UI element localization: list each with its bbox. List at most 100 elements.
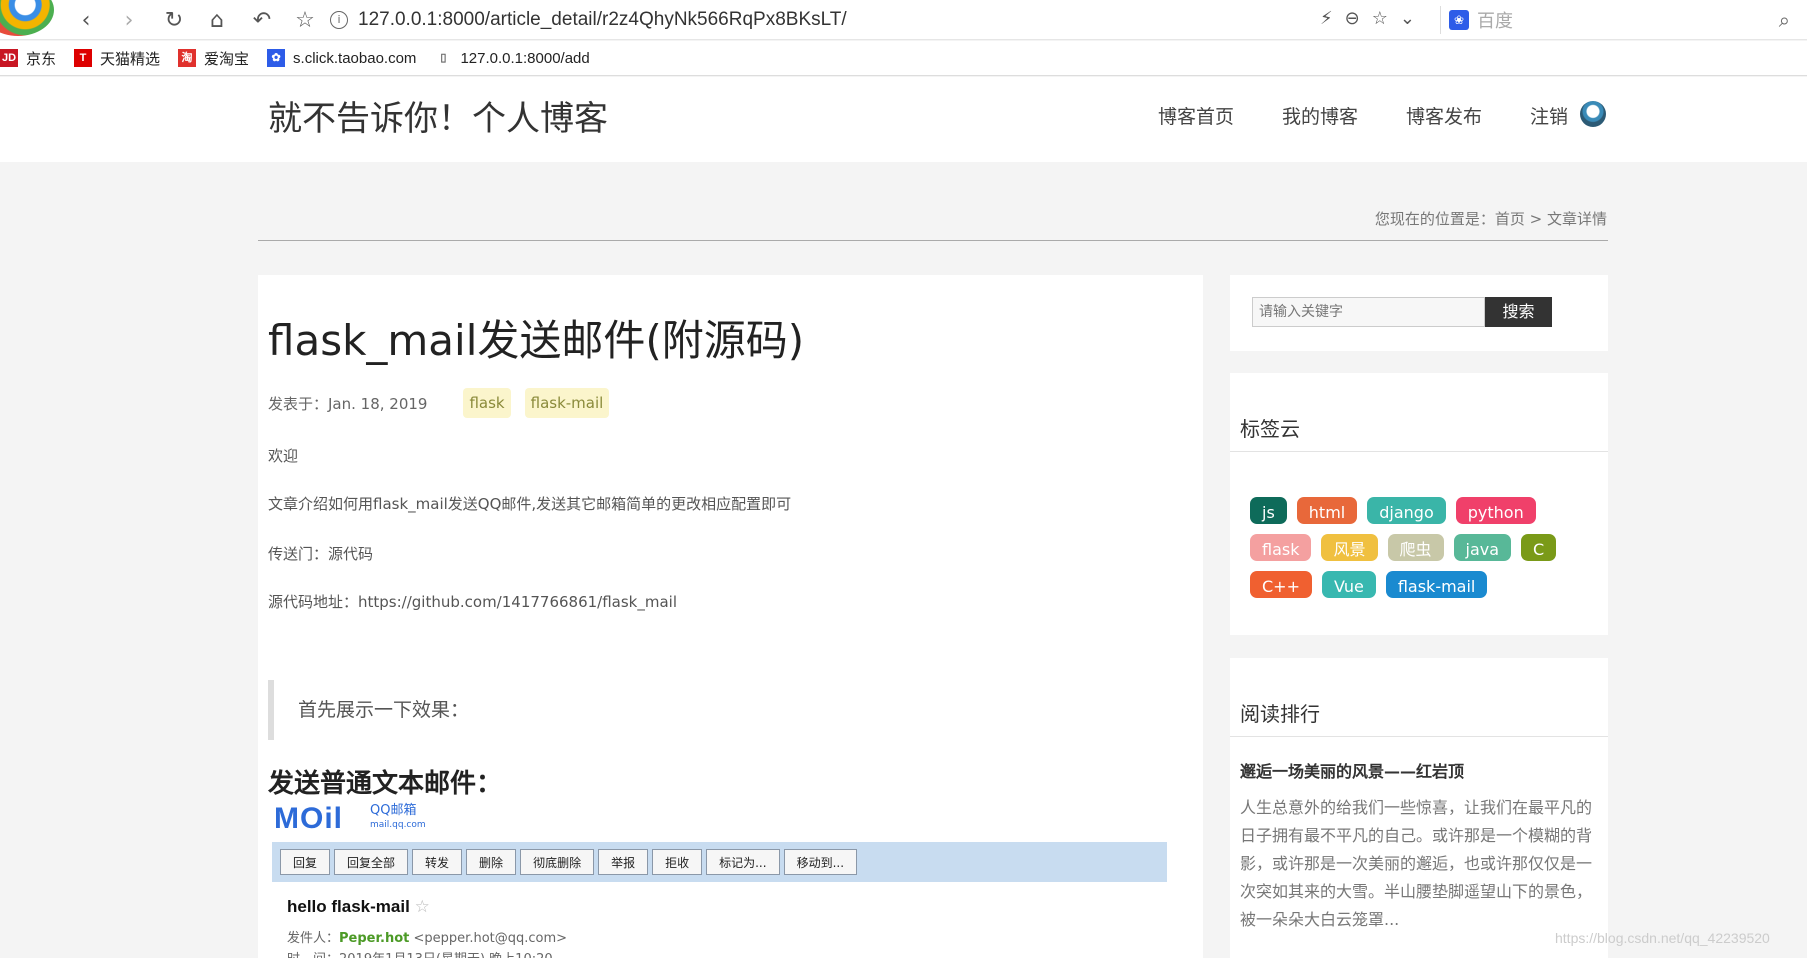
bookmarks-bar: JD 京东 T 天猫精选 淘 爱淘宝 ✿ s.click.taobao.com … — [0, 41, 1807, 76]
tag-python[interactable]: python — [1455, 497, 1536, 524]
home-icon[interactable]: ⌂ — [203, 6, 231, 34]
move-to-button[interactable]: 移动到... — [783, 849, 858, 875]
reject-button[interactable]: 拒收 — [652, 849, 703, 875]
search-card: 请输入关键字 搜索 — [1230, 275, 1608, 351]
tag-vue[interactable]: Vue — [1321, 571, 1376, 598]
divider — [1230, 451, 1608, 452]
browser-toolbar: ‹ › ↻ ⌂ ↶ ☆ i 127.0.0.1:8000/article_det… — [0, 0, 1807, 40]
tmall-icon: T — [74, 49, 93, 67]
divider — [1230, 736, 1608, 737]
tag-cloud-heading: 标签云 — [1240, 417, 1300, 441]
search-engine-box[interactable]: ❀ 百度 ⌕ — [1440, 6, 1790, 34]
site-header: 就不告诉你！个人博客 博客首页 我的博客 博客发布 注销 — [0, 77, 1807, 162]
search-button[interactable]: 搜索 — [1485, 297, 1552, 327]
paragraph[interactable]: 传送门：源代码 — [268, 543, 373, 564]
main-nav: 博客首页 我的博客 博客发布 注销 — [1158, 102, 1568, 129]
reading-rank-heading: 阅读排行 — [1240, 702, 1320, 726]
mail-screenshot: MOil QQ邮箱 mail.qq.com 回复 回复全部 转发 删除 彻底删除… — [272, 802, 1172, 958]
publish-date: 发表于：Jan. 18, 2019 — [268, 394, 428, 413]
paragraph: 欢迎 — [268, 447, 299, 465]
from-label: 发件人： — [287, 931, 340, 946]
nav-logout[interactable]: 注销 — [1530, 102, 1568, 129]
mail-toolbar: 回复 回复全部 转发 删除 彻底删除 举报 拒收 标记为... 移动到... — [272, 842, 1167, 882]
tag-c[interactable]: C — [1521, 534, 1557, 561]
zoom-icon[interactable]: ⊖ — [1345, 8, 1360, 29]
purge-button[interactable]: 彻底删除 — [520, 849, 595, 875]
page-icon: ▯ — [440, 52, 447, 64]
search-input[interactable]: 请输入关键字 — [1252, 297, 1485, 327]
breadcrumb-prefix: 您现在的位置是： — [1374, 210, 1495, 228]
breadcrumb: 您现在的位置是：首页 > 文章详情 — [1375, 208, 1607, 229]
star-icon[interactable]: ☆ — [415, 897, 430, 916]
delete-button[interactable]: 删除 — [466, 849, 517, 875]
address-actions: ⚡ ⊖ ☆ ⌄ — [1320, 8, 1415, 29]
paw-icon: ✿ — [267, 49, 286, 67]
paragraph: 文章介绍如何用flask_mail发送QQ邮件,发送其它邮箱简单的更改相应配置即… — [268, 495, 792, 513]
reply-all-button[interactable]: 回复全部 — [334, 849, 409, 875]
jd-icon: JD — [0, 49, 18, 67]
nav-home[interactable]: 博客首页 — [1158, 102, 1234, 129]
site-title[interactable]: 就不告诉你！个人博客 — [268, 91, 608, 140]
search-icon[interactable]: ⌕ — [1779, 8, 1790, 32]
back-icon[interactable]: ‹ — [72, 6, 100, 34]
mail-time: 时 间：2019年1月13日(星期天) 晚上10:20 — [287, 948, 553, 958]
tag-cpp[interactable]: C++ — [1250, 571, 1312, 598]
favorite-icon[interactable]: ☆ — [1372, 8, 1388, 29]
address-bar[interactable]: i 127.0.0.1:8000/article_detail/r2z4QhyN… — [330, 4, 1430, 36]
article-tag[interactable]: flask-mail — [524, 388, 610, 418]
watermark: https://blog.csdn.net/qq_42239520 — [1555, 930, 1770, 946]
nav-publish[interactable]: 博客发布 — [1406, 102, 1482, 129]
bookmark-star-icon[interactable]: ☆ — [291, 6, 319, 34]
reading-rank-card: 阅读排行 邂逅一场美丽的风景——红岩顶 人生总意外的给我们一些惊喜，让我们在最平… — [1230, 658, 1608, 958]
article-card: flask_mail发送邮件(附源码) 发表于：Jan. 18, 2019 fl… — [258, 275, 1203, 958]
tag-crawler[interactable]: 爬虫 — [1387, 534, 1444, 561]
logo-line: mail.qq.com — [370, 820, 426, 830]
from-name[interactable]: Peper.hot — [339, 931, 409, 946]
chevron-down-icon[interactable]: ⌄ — [1400, 8, 1415, 29]
rank-article-title[interactable]: 邂逅一场美丽的风景——红岩顶 — [1240, 758, 1464, 782]
search-engine-name[interactable]: 百度 — [1477, 7, 1513, 33]
report-button[interactable]: 举报 — [598, 849, 649, 875]
tag-flask[interactable]: flask — [1250, 534, 1312, 561]
lightning-icon[interactable]: ⚡ — [1320, 8, 1333, 29]
forward-button[interactable]: 转发 — [412, 849, 463, 875]
divider — [258, 240, 1608, 241]
address-url[interactable]: 127.0.0.1:8000/article_detail/r2z4QhyNk5… — [358, 9, 847, 31]
article-tag[interactable]: flask — [463, 388, 511, 418]
mail-subject: hello flask-mail ☆ — [287, 897, 430, 917]
bookmark-item[interactable]: T 天猫精选 — [74, 48, 160, 69]
reply-button[interactable]: 回复 — [280, 849, 331, 875]
tag-java[interactable]: java — [1453, 534, 1512, 561]
bookmark-item[interactable]: JD 京东 — [0, 48, 56, 69]
mark-as-button[interactable]: 标记为... — [706, 849, 780, 875]
bookmark-item[interactable]: ▯ 127.0.0.1:8000/add — [434, 49, 589, 67]
undo-icon[interactable]: ↶ — [248, 6, 276, 34]
tag-html[interactable]: html — [1296, 497, 1358, 524]
nav-my-blog[interactable]: 我的博客 — [1282, 102, 1358, 129]
bookmark-label: 京东 — [26, 50, 57, 68]
bookmark-label: 127.0.0.1:8000/add — [460, 49, 590, 67]
paragraph[interactable]: 源代码地址：https://github.com/1417766861/flas… — [268, 591, 677, 612]
tag-flask-mail[interactable]: flask-mail — [1385, 571, 1488, 598]
bookmark-item[interactable]: 淘 爱淘宝 — [178, 48, 249, 69]
browser-logo-icon — [0, 0, 54, 36]
rank-article-excerpt: 人生总意外的给我们一些惊喜，让我们在最平凡的日子拥有最不平凡的自己。或许那是一个… — [1240, 798, 1593, 929]
breadcrumb-home[interactable]: 首页 — [1495, 210, 1525, 228]
tag-cloud-card: 标签云 js html django python flask 风景 爬虫 ja… — [1230, 373, 1608, 635]
breadcrumb-current[interactable]: 文章详情 — [1547, 210, 1607, 228]
article-title: flask_mail发送邮件(附源码) — [268, 316, 805, 365]
blockquote: 首先展示一下效果： — [268, 680, 1178, 740]
forward-icon[interactable]: › — [115, 6, 143, 34]
info-icon[interactable]: i — [330, 11, 348, 29]
tag-scenery[interactable]: 风景 — [1321, 534, 1378, 561]
bookmark-item[interactable]: ✿ s.click.taobao.com — [267, 49, 416, 67]
bookmark-label: 爱淘宝 — [204, 50, 250, 68]
mail-from: 发件人：Peper.hot <pepper.hot@qq.com> — [287, 927, 567, 946]
avatar[interactable] — [1580, 101, 1606, 127]
tag-js[interactable]: js — [1250, 497, 1287, 524]
qq-mail-logo-text: QQ邮箱 mail.qq.com — [370, 804, 426, 832]
bookmark-label: s.click.taobao.com — [293, 49, 417, 67]
tag-django[interactable]: django — [1367, 497, 1446, 524]
refresh-icon[interactable]: ↻ — [160, 6, 188, 34]
bookmark-label: 天猫精选 — [100, 50, 161, 68]
